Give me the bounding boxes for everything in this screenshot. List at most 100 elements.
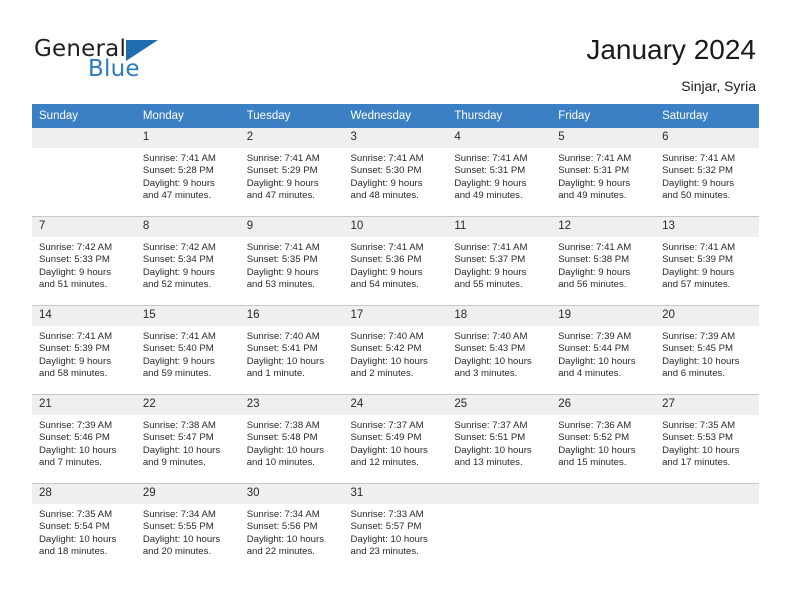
day-cell[interactable]: 9 Sunrise: 7:41 AM Sunset: 5:35 PM Daylight… — [239, 216, 344, 306]
daylight-text-line2: and 59 minutes. — [142, 368, 212, 380]
day-cell[interactable]: 24 Sunrise: 7:37 AM Sunset: 5:49 PM Dayligh… — [343, 394, 448, 484]
weekday-header-monday: Monday — [135, 104, 240, 128]
day-cell[interactable]: 4 Sunrise: 7:41 AM Sunset: 5:31 PM Daylight… — [447, 128, 552, 217]
sunrise-text: Sunrise: 7:39 AM — [662, 331, 736, 342]
day-details: Sunrise: 7:39 AM Sunset: 5:46 PM Daylight:… — [32, 415, 136, 470]
day-cell[interactable]: 14 Sunrise: 7:41 AM Sunset: 5:39 PM Dayligh… — [32, 305, 136, 395]
weekday-header-thursday: Thursday — [447, 104, 552, 128]
day-cell[interactable]: 15 Sunrise: 7:41 AM Sunset: 5:40 PM Dayligh… — [135, 305, 240, 395]
daylight-text-line2: and 49 minutes. — [558, 190, 627, 202]
day-cell[interactable]: 27 Sunrise: 7:35 AM Sunset: 5:53 PM Dayligh… — [655, 394, 759, 484]
sunrise-text: Sunrise: 7:41 AM — [246, 242, 320, 253]
daylight-text-line2: and 20 minutes. — [142, 546, 212, 558]
daylight-text-line1: Daylight: 10 hours — [39, 533, 117, 545]
day-cell[interactable]: 20 Sunrise: 7:39 AM Sunset: 5:45 PM Dayligh… — [655, 305, 759, 395]
daylight-text-line2: and 18 minutes. — [39, 546, 108, 558]
page-title: January 2024 — [586, 34, 756, 65]
day-number: 4 — [447, 128, 552, 148]
day-details: Sunrise: 7:34 AM Sunset: 5:55 PM Daylight:… — [136, 504, 240, 559]
day-cell[interactable]: 18 Sunrise: 7:40 AM Sunset: 5:43 PM Dayligh… — [447, 305, 552, 395]
day-cell[interactable]: 3 Sunrise: 7:41 AM Sunset: 5:30 PM Daylight… — [343, 128, 448, 217]
day-cell[interactable]: 11 Sunrise: 7:41 AM Sunset: 5:37 PM Dayligh… — [447, 216, 552, 306]
day-number: 7 — [32, 217, 136, 237]
sunset-text: Sunset: 5:36 PM — [350, 254, 422, 266]
day-cell[interactable]: 29 Sunrise: 7:34 AM Sunset: 5:55 PM Dayligh… — [135, 483, 240, 572]
day-number: 20 — [655, 306, 759, 326]
day-details: Sunrise: 7:38 AM Sunset: 5:48 PM Daylight:… — [240, 415, 344, 470]
day-cell[interactable]: 30 Sunrise: 7:34 AM Sunset: 5:56 PM Dayligh… — [239, 483, 344, 572]
weekday-header-sunday: Sunday — [32, 104, 136, 128]
day-number: 16 — [239, 306, 344, 326]
day-cell[interactable]: 22 Sunrise: 7:38 AM Sunset: 5:47 PM Dayligh… — [135, 394, 240, 484]
sunset-text: Sunset: 5:52 PM — [558, 432, 630, 444]
sunrise-text: Sunrise: 7:41 AM — [246, 153, 320, 164]
daylight-text-line2: and 58 minutes. — [39, 368, 108, 380]
day-cell[interactable]: 19 Sunrise: 7:39 AM Sunset: 5:44 PM Dayligh… — [551, 305, 656, 395]
day-cell[interactable]: 13 Sunrise: 7:41 AM Sunset: 5:39 PM Dayligh… — [655, 216, 759, 306]
sunrise-text: Sunrise: 7:41 AM — [558, 153, 632, 164]
daylight-text-line1: Daylight: 9 hours — [350, 177, 423, 189]
day-cell[interactable]: 17 Sunrise: 7:40 AM Sunset: 5:42 PM Dayligh… — [343, 305, 448, 395]
daylight-text-line2: and 10 minutes. — [246, 457, 315, 469]
day-cell[interactable]: 10 Sunrise: 7:41 AM Sunset: 5:36 PM Dayligh… — [343, 216, 448, 306]
day-cell[interactable]: 25 Sunrise: 7:37 AM Sunset: 5:51 PM Dayligh… — [447, 394, 552, 484]
day-cell[interactable]: 2 Sunrise: 7:41 AM Sunset: 5:29 PM Daylight… — [239, 128, 344, 217]
day-details: Sunrise: 7:37 AM Sunset: 5:49 PM Daylight:… — [344, 415, 448, 470]
daylight-text-line1: Daylight: 9 hours — [142, 177, 215, 189]
sunrise-text: Sunrise: 7:39 AM — [39, 420, 113, 431]
sunset-text: Sunset: 5:31 PM — [454, 165, 526, 177]
sunrise-text: Sunrise: 7:38 AM — [142, 420, 216, 431]
day-number: 19 — [551, 306, 656, 326]
day-cell[interactable]: 1 Sunrise: 7:41 AM Sunset: 5:28 PM Daylight… — [135, 128, 240, 217]
calendar-grid: Sunday Monday Tuesday Wednesday Thursday Frid… — [32, 104, 759, 572]
sunset-text: Sunset: 5:34 PM — [142, 254, 214, 266]
day-number: 12 — [551, 217, 656, 237]
sunrise-text: Sunrise: 7:42 AM — [142, 242, 216, 253]
day-cell[interactable]: 31 Sunrise: 7:33 AM Sunset: 5:57 PM Dayligh… — [343, 483, 448, 572]
calendar-week-row: 14 Sunrise: 7:41 AM Sunset: 5:39 PM Dayligh… — [32, 305, 759, 395]
sunset-text: Sunset: 5:48 PM — [246, 432, 318, 444]
day-cell-empty — [447, 483, 552, 572]
daylight-text-line2: and 22 minutes. — [246, 546, 315, 558]
daylight-text-line2: and 47 minutes. — [142, 190, 212, 202]
day-number: 27 — [655, 395, 759, 415]
daylight-text-line1: Daylight: 10 hours — [454, 444, 532, 456]
calendar-week-row: 1 Sunrise: 7:41 AM Sunset: 5:28 PM Daylight… — [32, 128, 759, 217]
day-cell[interactable]: 8 Sunrise: 7:42 AM Sunset: 5:34 PM Daylight… — [135, 216, 240, 306]
daylight-text-line2: and 54 minutes. — [350, 279, 419, 291]
daylight-text-line1: Daylight: 9 hours — [142, 266, 215, 278]
weekday-header-row: Sunday Monday Tuesday Wednesday Thursday Frid… — [32, 104, 759, 128]
sunrise-text: Sunrise: 7:35 AM — [39, 509, 113, 520]
day-cell[interactable]: 28 Sunrise: 7:35 AM Sunset: 5:54 PM Dayligh… — [32, 483, 136, 572]
day-number: 11 — [447, 217, 552, 237]
day-number: 21 — [32, 395, 136, 415]
day-cell[interactable]: 26 Sunrise: 7:36 AM Sunset: 5:52 PM Dayligh… — [551, 394, 656, 484]
day-cell[interactable]: 12 Sunrise: 7:41 AM Sunset: 5:38 PM Dayligh… — [551, 216, 656, 306]
day-details: Sunrise: 7:36 AM Sunset: 5:52 PM Daylight:… — [551, 415, 655, 470]
day-details: Sunrise: 7:40 AM Sunset: 5:42 PM Daylight:… — [344, 326, 448, 381]
sunrise-text: Sunrise: 7:37 AM — [350, 420, 424, 431]
day-details: Sunrise: 7:41 AM Sunset: 5:38 PM Daylight:… — [551, 237, 655, 292]
day-details — [655, 504, 759, 509]
day-details: Sunrise: 7:42 AM Sunset: 5:34 PM Daylight:… — [136, 237, 240, 292]
day-cell[interactable]: 6 Sunrise: 7:41 AM Sunset: 5:32 PM Daylight… — [655, 128, 759, 217]
day-cell[interactable]: 23 Sunrise: 7:38 AM Sunset: 5:48 PM Dayligh… — [239, 394, 344, 484]
sunset-text: Sunset: 5:53 PM — [662, 432, 733, 444]
day-details: Sunrise: 7:41 AM Sunset: 5:31 PM Daylight:… — [551, 148, 655, 203]
sunset-text: Sunset: 5:32 PM — [662, 165, 733, 177]
day-cell[interactable]: 5 Sunrise: 7:41 AM Sunset: 5:31 PM Daylight… — [551, 128, 656, 217]
general-blue-logo[interactable]: General Blue — [34, 36, 234, 88]
sunset-text: Sunset: 5:31 PM — [558, 165, 630, 177]
daylight-text-line1: Daylight: 10 hours — [142, 533, 221, 545]
day-number: 17 — [343, 306, 448, 326]
day-details: Sunrise: 7:42 AM Sunset: 5:33 PM Daylight:… — [32, 237, 136, 292]
daylight-text-line1: Daylight: 9 hours — [454, 266, 527, 278]
day-cell[interactable]: 7 Sunrise: 7:42 AM Sunset: 5:33 PM Daylight… — [32, 216, 136, 306]
sunset-text: Sunset: 5:39 PM — [662, 254, 733, 266]
day-cell[interactable]: 21 Sunrise: 7:39 AM Sunset: 5:46 PM Dayligh… — [32, 394, 136, 484]
day-details — [551, 504, 655, 509]
daylight-text-line1: Daylight: 10 hours — [558, 355, 636, 367]
daylight-text-line1: Daylight: 9 hours — [662, 177, 735, 189]
day-details: Sunrise: 7:38 AM Sunset: 5:47 PM Daylight:… — [136, 415, 240, 470]
day-cell[interactable]: 16 Sunrise: 7:40 AM Sunset: 5:41 PM Dayligh… — [239, 305, 344, 395]
